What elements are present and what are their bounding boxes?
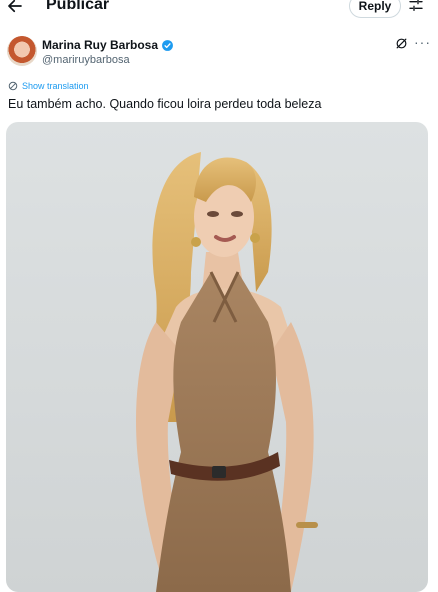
top-bar: Publicar Reply [0, 0, 438, 22]
photo-illustration [136, 152, 318, 592]
sliders-icon[interactable] [408, 0, 424, 13]
arrow-left-icon[interactable] [6, 0, 24, 15]
tweet-photo[interactable] [6, 122, 428, 592]
verified-badge-icon [162, 39, 173, 51]
more-options-icon[interactable]: ··· [414, 34, 431, 50]
show-translation-label: Show translation [22, 81, 89, 91]
author-name[interactable]: Marina Ruy Barbosa [42, 38, 174, 52]
page-title: Publicar [46, 0, 110, 13]
author-handle[interactable]: @mariruybarbosa [42, 54, 130, 66]
reply-button[interactable]: Reply [349, 0, 401, 18]
author-name-text: Marina Ruy Barbosa [42, 38, 159, 52]
show-translation-link[interactable]: Show translation [8, 81, 89, 91]
tweet-text: Eu também acho. Quando ficou loira perde… [8, 97, 322, 111]
globe-icon [8, 81, 18, 91]
grok-icon[interactable] [395, 37, 408, 50]
avatar[interactable] [7, 36, 37, 66]
